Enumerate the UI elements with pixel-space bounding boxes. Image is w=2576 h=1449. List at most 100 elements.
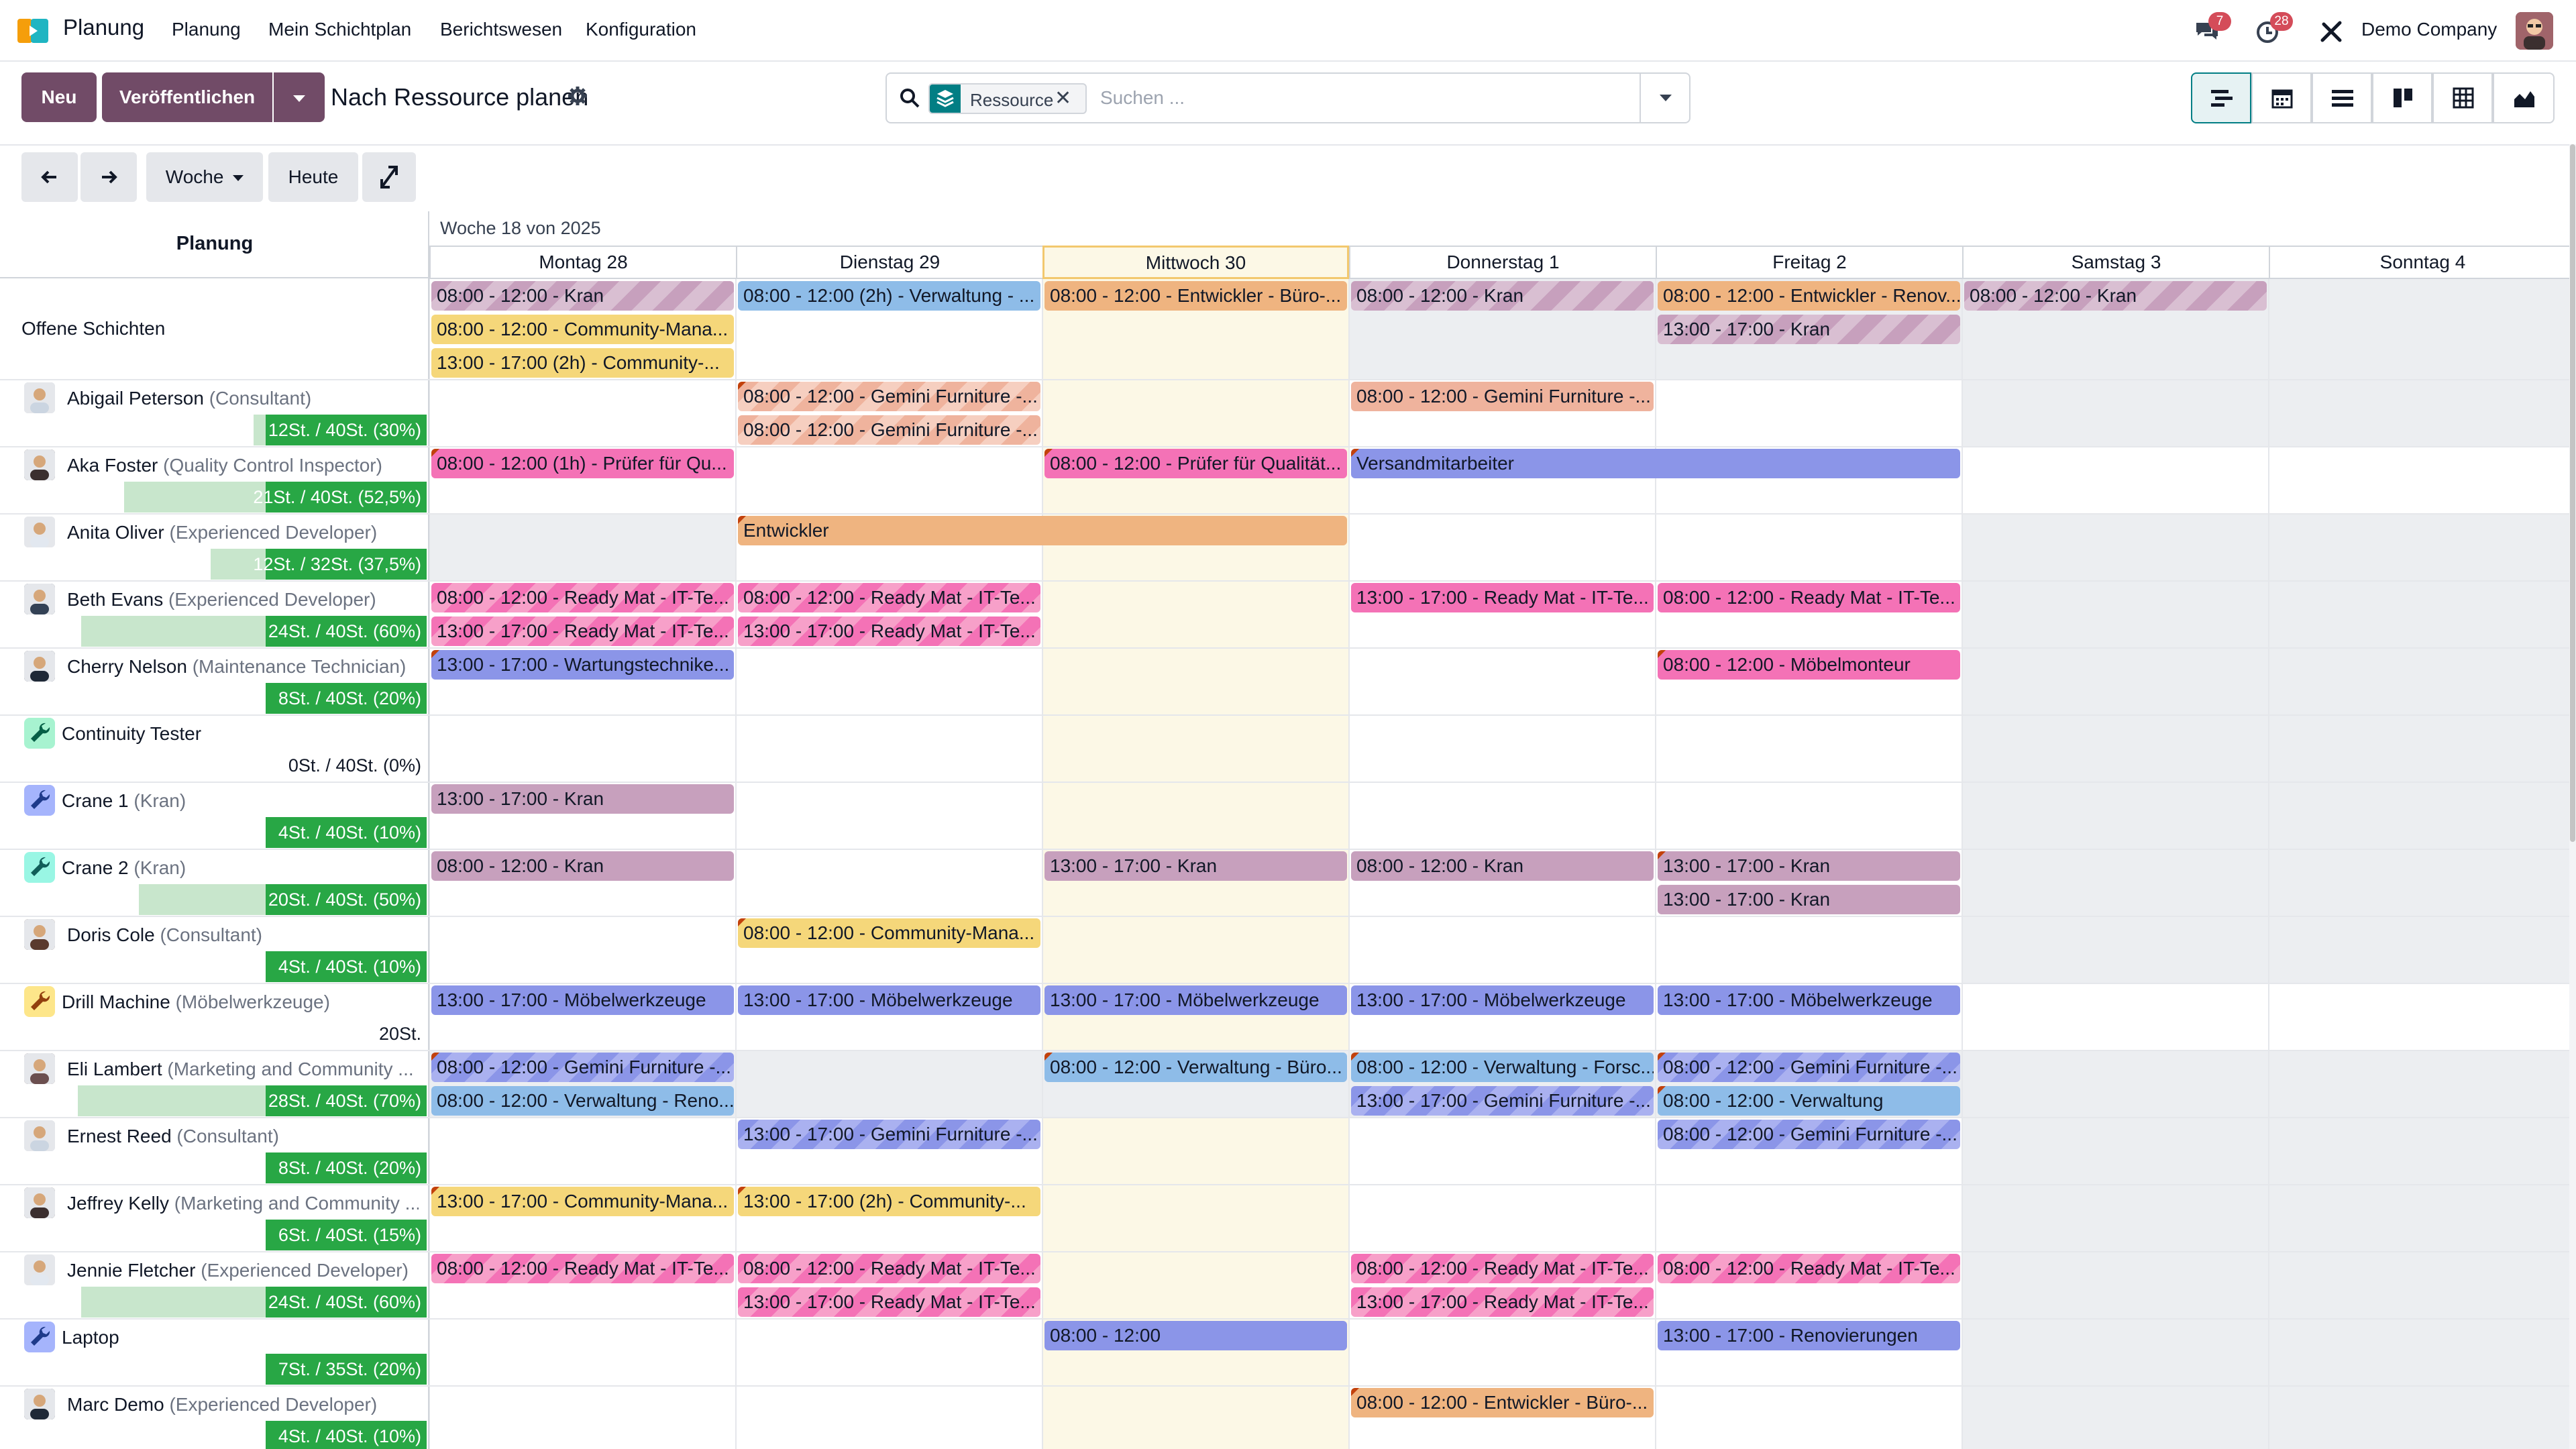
facet-remove-icon[interactable]: ✕ — [1055, 87, 1071, 110]
shift-pill[interactable]: 08:00 - 12:00 - Verwaltung - Forsc... — [1351, 1053, 1654, 1082]
shift-pill[interactable]: 08:00 - 12:00 - Ready Mat - IT-Te... — [1658, 583, 1960, 612]
company-switcher[interactable]: Demo Company — [2361, 19, 2497, 40]
resource-name[interactable]: Continuity Tester — [62, 723, 201, 745]
shift-pill[interactable]: Entwickler — [738, 516, 1347, 545]
shift-pill[interactable]: 13:00 - 17:00 - Kran — [1658, 885, 1960, 914]
shift-pill[interactable]: 08:00 - 12:00 - Möbelmonteur — [1658, 650, 1960, 680]
shift-pill[interactable]: 13:00 - 17:00 - Kran — [1658, 851, 1960, 881]
shift-pill[interactable]: 08:00 - 12:00 - Entwickler - Büro-... — [1351, 1388, 1654, 1417]
publish-dropdown-button[interactable] — [274, 72, 325, 122]
shift-pill[interactable]: 08:00 - 12:00 - Kran — [1964, 281, 2267, 311]
shift-pill[interactable]: 08:00 - 12:00 - Gemini Furniture -... — [1658, 1120, 1960, 1149]
next-period-button[interactable] — [80, 152, 137, 202]
shift-pill[interactable]: 08:00 - 12:00 - Community-Mana... — [738, 918, 1040, 948]
resource-name[interactable]: Jennie Fletcher (Experienced Developer) — [67, 1260, 409, 1281]
view-graph-button[interactable] — [2493, 72, 2555, 123]
shift-pill[interactable]: 13:00 - 17:00 - Ready Mat - IT-Te... — [431, 616, 734, 646]
shift-pill[interactable]: 08:00 - 12:00 - Ready Mat - IT-Te... — [431, 583, 734, 612]
search-input[interactable]: Suchen ... — [1100, 87, 1185, 109]
resource-name[interactable]: Drill Machine (Möbelwerkzeuge) — [62, 991, 330, 1013]
shift-pill[interactable]: 08:00 - 12:00 - Ready Mat - IT-Te... — [1658, 1254, 1960, 1283]
view-list-button[interactable] — [2312, 72, 2372, 123]
shift-pill[interactable]: 08:00 - 12:00 - Entwickler - Büro-... — [1044, 281, 1347, 311]
scrollbar-thumb[interactable] — [2570, 144, 2575, 842]
shift-pill[interactable]: 08:00 - 12:00 - Gemini Furniture -... — [738, 415, 1040, 445]
resource-name[interactable]: Laptop — [62, 1327, 119, 1348]
search-options-toggle[interactable] — [1640, 74, 1689, 122]
shift-pill[interactable]: 08:00 - 12:00 - Ready Mat - IT-Te... — [738, 583, 1040, 612]
view-calendar-button[interactable] — [2251, 72, 2312, 123]
resource-name[interactable]: Cherry Nelson (Maintenance Technician) — [67, 656, 406, 678]
shift-pill[interactable]: 08:00 - 12:00 - Entwickler - Renov... — [1658, 281, 1960, 311]
view-gantt-button[interactable] — [2191, 72, 2251, 123]
resource-name[interactable]: Aka Foster (Quality Control Inspector) — [67, 455, 382, 476]
shift-pill[interactable]: 13:00 - 17:00 (2h) - Community-... — [431, 348, 734, 378]
shift-pill[interactable]: 13:00 - 17:00 - Gemini Furniture -... — [1351, 1086, 1654, 1116]
shift-pill[interactable]: 08:00 - 12:00 (1h) - Prüfer für Qu... — [431, 449, 734, 478]
activity-clock-icon[interactable]: 28 — [2254, 12, 2293, 46]
search-facet-resource[interactable]: Ressource ✕ — [928, 83, 1087, 114]
shift-pill[interactable]: 08:00 - 12:00 - Kran — [1351, 851, 1654, 881]
publish-button[interactable]: Veröffentlichen — [102, 72, 272, 122]
resource-name[interactable]: Marc Demo (Experienced Developer) — [67, 1394, 377, 1415]
shift-pill[interactable]: 13:00 - 17:00 - Ready Mat - IT-Te... — [738, 1287, 1040, 1317]
shift-pill[interactable]: 08:00 - 12:00 (2h) - Verwaltung - ... — [738, 281, 1040, 311]
resource-name[interactable]: Crane 1 (Kran) — [62, 790, 186, 812]
shift-pill[interactable]: 13:00 - 17:00 - Möbelwerkzeuge — [1658, 985, 1960, 1015]
resource-name[interactable]: Ernest Reed (Consultant) — [67, 1126, 279, 1147]
shift-pill[interactable]: 08:00 - 12:00 - Prüfer für Qualität... — [1044, 449, 1347, 478]
shift-pill[interactable]: 13:00 - 17:00 - Ready Mat - IT-Te... — [1351, 583, 1654, 612]
resource-name[interactable]: Doris Cole (Consultant) — [67, 924, 262, 946]
shift-pill[interactable]: 13:00 - 17:00 (2h) - Community-... — [738, 1187, 1040, 1216]
view-pivot-button[interactable] — [2432, 72, 2493, 123]
planning-app-icon[interactable] — [17, 16, 51, 46]
shift-pill[interactable]: 13:00 - 17:00 - Kran — [1044, 851, 1347, 881]
shift-pill[interactable]: 13:00 - 17:00 - Möbelwerkzeuge — [431, 985, 734, 1015]
resource-name[interactable]: Crane 2 (Kran) — [62, 857, 186, 879]
resource-name[interactable]: Eli Lambert (Marketing and Community ... — [67, 1059, 414, 1080]
resource-name[interactable]: Jeffrey Kelly (Marketing and Community .… — [67, 1193, 419, 1214]
shift-pill[interactable]: 13:00 - 17:00 - Community-Mana... — [431, 1187, 734, 1216]
shift-pill[interactable]: 13:00 - 17:00 - Kran — [1658, 315, 1960, 344]
app-brand[interactable]: Planung — [63, 15, 144, 40]
shift-pill[interactable]: 13:00 - 17:00 - Ready Mat - IT-Te... — [1351, 1287, 1654, 1317]
menu-mein-schichtplan[interactable]: Mein Schichtplan — [268, 19, 411, 40]
shift-pill[interactable]: 08:00 - 12:00 — [1044, 1321, 1347, 1350]
resource-name[interactable]: Abigail Peterson (Consultant) — [67, 388, 311, 409]
gear-icon[interactable] — [568, 86, 588, 106]
expand-rows-button[interactable] — [362, 152, 416, 202]
shift-pill[interactable]: 13:00 - 17:00 - Möbelwerkzeuge — [738, 985, 1040, 1015]
shift-pill[interactable]: Versandmitarbeiter — [1351, 449, 1960, 478]
shift-pill[interactable]: 08:00 - 12:00 - Ready Mat - IT-Te... — [431, 1254, 734, 1283]
debug-tools-icon[interactable] — [2317, 16, 2347, 46]
today-button[interactable]: Heute — [268, 152, 358, 202]
previous-period-button[interactable] — [21, 152, 78, 202]
shift-pill[interactable]: 08:00 - 12:00 - Verwaltung — [1658, 1086, 1960, 1116]
shift-pill[interactable]: 08:00 - 12:00 - Ready Mat - IT-Te... — [1351, 1254, 1654, 1283]
resource-name[interactable]: Beth Evans (Experienced Developer) — [67, 589, 376, 610]
shift-pill[interactable]: 08:00 - 12:00 - Verwaltung - Reno... — [431, 1086, 734, 1116]
shift-pill[interactable]: 08:00 - 12:00 - Gemini Furniture -... — [1658, 1053, 1960, 1082]
shift-pill[interactable]: 13:00 - 17:00 - Wartungstechnike... — [431, 650, 734, 680]
new-button[interactable]: Neu — [21, 72, 97, 122]
shift-pill[interactable]: 08:00 - 12:00 - Gemini Furniture -... — [738, 382, 1040, 411]
period-scale-dropdown[interactable]: Woche — [146, 152, 263, 202]
menu-konfiguration[interactable]: Konfiguration — [586, 19, 696, 40]
shift-pill[interactable]: 13:00 - 17:00 - Ready Mat - IT-Te... — [738, 616, 1040, 646]
shift-pill[interactable]: 08:00 - 12:00 - Gemini Furniture -... — [431, 1053, 734, 1082]
shift-pill[interactable]: 08:00 - 12:00 - Verwaltung - Büro... — [1044, 1053, 1347, 1082]
user-avatar[interactable] — [2516, 12, 2553, 50]
shift-pill[interactable]: 13:00 - 17:00 - Möbelwerkzeuge — [1044, 985, 1347, 1015]
resource-name[interactable]: Anita Oliver (Experienced Developer) — [67, 522, 377, 543]
shift-pill[interactable]: 13:00 - 17:00 - Kran — [431, 784, 734, 814]
shift-pill[interactable]: 08:00 - 12:00 - Kran — [1351, 281, 1654, 311]
shift-pill[interactable]: 08:00 - 12:00 - Kran — [431, 851, 734, 881]
view-kanban-button[interactable] — [2372, 72, 2432, 123]
shift-pill[interactable]: 13:00 - 17:00 - Gemini Furniture -... — [738, 1120, 1040, 1149]
menu-planung[interactable]: Planung — [172, 19, 241, 40]
shift-pill[interactable]: 08:00 - 12:00 - Ready Mat - IT-Te... — [738, 1254, 1040, 1283]
shift-pill[interactable]: 08:00 - 12:00 - Kran — [431, 281, 734, 311]
menu-berichtswesen[interactable]: Berichtswesen — [440, 19, 562, 40]
shift-pill[interactable]: 08:00 - 12:00 - Gemini Furniture -... — [1351, 382, 1654, 411]
shift-pill[interactable]: 13:00 - 17:00 - Renovierungen — [1658, 1321, 1960, 1350]
